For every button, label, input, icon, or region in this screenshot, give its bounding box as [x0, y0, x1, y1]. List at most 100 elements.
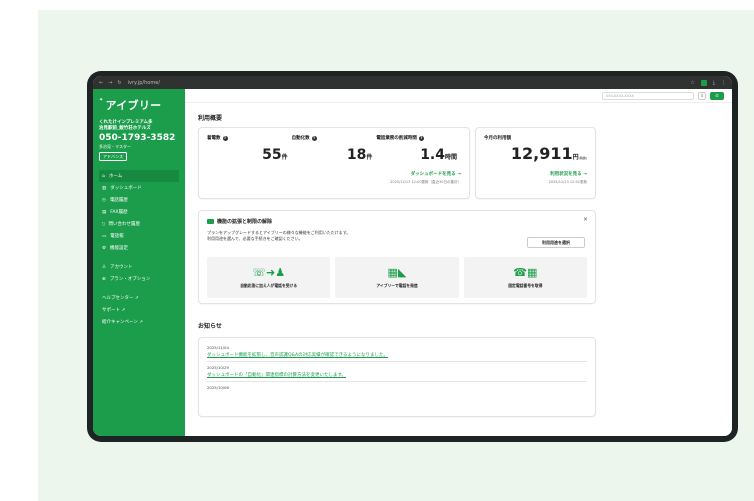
forward-icon[interactable]: →: [108, 80, 112, 86]
sidebar-item-label: 問い合わせ履歴: [108, 222, 140, 227]
chart-icon: ▥: [102, 185, 107, 191]
sidebar-item-plan[interactable]: ⊕ プラン・オプション: [99, 273, 179, 285]
sidebar-item-settings[interactable]: ⚙ 機能設定: [99, 242, 179, 254]
monthly-fee-value: 12,911: [510, 144, 573, 163]
extension-card: 機能の拡張と制限の解除 × プランをアップグレードするとアイブリーの様々な機能を…: [198, 210, 596, 304]
time-saved-unit: 時間: [445, 154, 458, 161]
tax-note: (税抜): [578, 156, 587, 160]
extension-desc-line2: 利用用途を選んで、必要な手続きをご確認ください。: [207, 236, 303, 241]
dialpad-button[interactable]: ⠿: [698, 91, 706, 100]
home-icon: ⌂: [102, 173, 105, 179]
logo-mark-icon: ✦: [99, 97, 104, 103]
download-icon[interactable]: ⤓: [713, 80, 715, 86]
close-icon[interactable]: ×: [583, 216, 588, 223]
dashboard-link[interactable]: ダッシュボードを見る →: [411, 171, 461, 177]
sidebar-item-label: アカウント: [110, 265, 133, 270]
laptop-frame: ← → ↻ ivry.jp/home/ ☆ ⤓ ⋮ ✦ アイブリー くれたけインプ…: [87, 71, 738, 442]
news-item: 2025/10/06: [207, 382, 587, 395]
monthly-fee-card: 今月の利用額 12,911円(税抜) 利用状況を見る → 2025/12/13 …: [475, 127, 596, 199]
logo-text: アイブリー: [105, 99, 162, 112]
sidebar-item-fax-history[interactable]: ▤ FAX履歴: [99, 206, 179, 218]
sidebar-item-label: FAX履歴: [110, 210, 128, 215]
sidebar-item-label: 機能設定: [110, 246, 129, 251]
reload-icon[interactable]: ↻: [117, 80, 121, 86]
phone-person-icon: ☏➜♟: [252, 265, 286, 279]
news-link[interactable]: ダッシュボードの「自動化」関連指標の計算方法を変更いたします。: [207, 372, 587, 378]
outgoing-call-icon: ▦◣: [387, 265, 407, 279]
tile-receive-calls[interactable]: ☏➜♟ 自動応答に加え人が電話を受ける: [207, 257, 331, 298]
automation-unit: 件: [366, 154, 373, 161]
document-icon: ▯: [102, 221, 105, 227]
help-icon[interactable]: ?: [222, 135, 228, 141]
dialpad-icon: ⠿: [700, 93, 704, 98]
tile-outgoing-calls[interactable]: ▦◣ アイブリーで電話を発信: [335, 257, 459, 298]
incoming-calls-unit: 件: [281, 154, 288, 161]
incoming-calls-label: 着電数: [207, 136, 221, 141]
sidebar-link-help[interactable]: ヘルプセンター ↗: [99, 292, 179, 304]
incoming-calls-value: 55: [262, 147, 282, 163]
phone-search-input[interactable]: 050-XXXX-XXXX: [602, 91, 694, 100]
news-date: 2025/11/04: [207, 345, 229, 350]
help-icon[interactable]: ?: [418, 135, 424, 141]
sidebar-link-label: 紹介キャンペーン: [102, 320, 138, 325]
browser-toolbar: ← → ↻ ivry.jp/home/ ☆ ⤓ ⋮: [93, 76, 732, 89]
sidebar-item-call-history[interactable]: ◷ 電話履歴: [99, 194, 179, 206]
monthly-fee-label: 今月の利用額: [484, 136, 511, 141]
extension-title: 機能の拡張と制限の解除: [217, 219, 273, 225]
sidebar-link-label: ヘルプセンター: [102, 296, 134, 301]
tile-label: 固定電話番号を取得: [508, 282, 543, 288]
sidebar-link-label: サポート: [102, 308, 120, 313]
sidebar-item-inquiry-history[interactable]: ▯ 問い合わせ履歴: [99, 218, 179, 230]
main-content: 050-XXXX-XXXX ⠿ ✆ 利用概要 着電数? 55件 自動化数? 18…: [185, 89, 732, 436]
sidebar-item-dashboard[interactable]: ▥ ダッシュボード: [99, 182, 179, 194]
call-button[interactable]: ✆: [710, 91, 724, 100]
news-date: 2025/10/06: [207, 385, 229, 390]
usage-section-title: 利用概要: [198, 115, 223, 122]
tile-landline-number[interactable]: ☎▦ 固定電話番号を取得: [463, 257, 587, 298]
address-bar[interactable]: ivry.jp/home/: [128, 80, 691, 86]
automation-stat: 自動化数? 18件: [292, 135, 377, 191]
shop-sub-label: 多治見・マスター: [99, 144, 131, 149]
sidebar-item-label: ダッシュボード: [110, 186, 142, 191]
usage-status-link[interactable]: 利用状況を見る →: [550, 171, 587, 177]
star-icon[interactable]: ☆: [690, 80, 694, 86]
time-saved-value: 1.4: [420, 147, 445, 163]
sidebar-item-phonebook[interactable]: ▭ 電話帳: [99, 230, 179, 242]
sidebar-menu: ⌂ ホーム ▥ ダッシュボード ◷ 電話履歴 ▤ FAX履歴 ▯ 問い合わせ履歴 ▭ 電話帳…: [99, 170, 179, 328]
news-item: 2025/11/04 ダッシュボード機能を拡張し、音声認識Q&Aの対応実績が確認…: [207, 342, 587, 362]
logo[interactable]: ✦ アイブリー: [99, 97, 179, 113]
usage-cards: 着電数? 55件 自動化数? 18件 電話業務の削減時間? 1.4時間 ダッシュ…: [198, 127, 732, 199]
automation-value: 18: [346, 147, 367, 163]
ticket-icon: [207, 219, 214, 224]
news-link[interactable]: ダッシュボード機能を拡張し、音声認識Q&Aの対応実績が確認できるようになりました…: [207, 352, 587, 358]
sidebar-item-label: ホーム: [108, 174, 123, 179]
dashboard-update-note: 2025/12/13 12:00更新（直近30日の集計）: [390, 180, 461, 184]
landline-icon: ☎▦: [513, 265, 538, 279]
tile-label: アイブリーで電話を発信: [376, 282, 418, 288]
plan-icon: ⊕: [102, 276, 106, 282]
browser-screen: ← → ↻ ivry.jp/home/ ☆ ⤓ ⋮ ✦ アイブリー くれたけインプ…: [93, 76, 732, 436]
sidebar-link-support[interactable]: サポート ↗: [99, 304, 179, 316]
time-saved-label: 電話業務の削減時間: [376, 136, 417, 141]
sidebar-link-referral[interactable]: 紹介キャンペーン ↗: [99, 316, 179, 328]
top-bar: 050-XXXX-XXXX ⠿ ✆: [185, 89, 732, 103]
sidebar-item-home[interactable]: ⌂ ホーム: [99, 170, 179, 182]
sidebar-item-label: 電話帳: [110, 234, 124, 239]
external-link-icon: ↗: [121, 307, 126, 313]
external-link-icon: ↗: [134, 295, 139, 301]
plan-badge: アドバンス: [99, 152, 128, 161]
sidebar: ✦ アイブリー くれたけインプレミアム多 治見駅前_飯竹荘ホテルズ 050-179…: [93, 89, 185, 436]
sidebar-item-account[interactable]: ♙ アカウント: [99, 261, 179, 273]
phone-number: 050-1793-3582: [99, 133, 176, 143]
help-icon[interactable]: ?: [311, 135, 317, 141]
back-icon[interactable]: ←: [99, 80, 103, 86]
select-usage-button[interactable]: 利用用途を選択: [527, 237, 585, 248]
sidebar-item-label: プラン・オプション: [109, 277, 151, 282]
extension-icon[interactable]: [700, 79, 707, 86]
menu-icon[interactable]: ⋮: [721, 80, 726, 86]
automation-label: 自動化数: [291, 136, 310, 141]
fax-icon: ▤: [102, 209, 107, 215]
tile-label: 自動応答に加え人が電話を受ける: [240, 282, 298, 288]
external-link-icon: ↗: [139, 319, 143, 325]
news-item: 2025/10/29 ダッシュボードの「自動化」関連指標の計算方法を変更いたしま…: [207, 362, 587, 382]
